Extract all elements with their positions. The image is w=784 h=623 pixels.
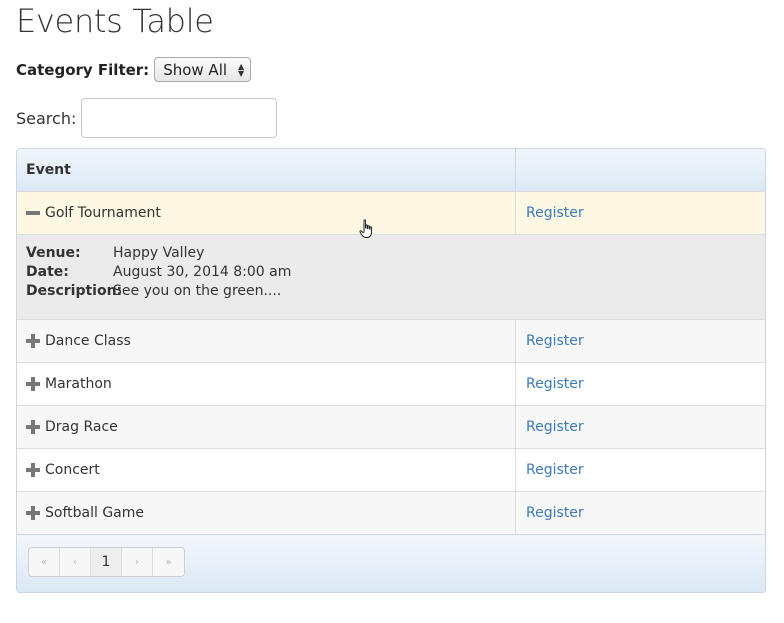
pagination: « ‹ 1 › » [28,547,185,577]
select-arrows-icon: ▲ ▼ [238,61,245,78]
action-cell: Register [516,320,765,362]
event-cell[interactable]: Concert [17,449,516,491]
table-row[interactable]: Softball Game Register [17,491,765,534]
event-name: Drag Race [45,419,118,435]
category-filter-value: Show All [163,60,228,79]
plus-icon[interactable] [26,463,40,477]
register-link[interactable]: Register [526,419,584,435]
event-name: Golf Tournament [45,205,161,221]
action-cell: Register [516,449,765,491]
next-page-button[interactable]: › [122,548,153,576]
action-cell: Register [516,363,765,405]
minus-icon[interactable] [26,206,40,220]
search-row: Search: [16,98,278,138]
event-name: Dance Class [45,333,131,349]
category-filter-label: Category Filter: [16,60,150,79]
date-value: August 30, 2014 8:00 am [113,264,292,280]
table-row[interactable]: Concert Register [17,448,765,491]
plus-icon[interactable] [26,334,40,348]
register-link[interactable]: Register [526,376,584,392]
event-name: Softball Game [45,505,144,521]
hand-cursor-icon [359,219,372,238]
date-label: Date: [26,264,69,280]
table-footer: « ‹ 1 › » [17,534,765,592]
table-row[interactable]: Marathon Register [17,362,765,405]
event-cell[interactable]: Golf Tournament [17,192,516,234]
register-link[interactable]: Register [526,333,584,349]
event-cell[interactable]: Dance Class [17,320,516,362]
action-cell: Register [516,406,765,448]
column-header-event[interactable]: Event [17,149,516,191]
register-link[interactable]: Register [526,462,584,478]
action-cell: Register [516,192,765,234]
events-table: Event Golf Tournament Register Venue: Ha… [16,148,766,593]
event-name: Concert [45,462,100,478]
venue-label: Venue: [26,245,81,261]
description-label: Description: [26,283,123,299]
event-name: Marathon [45,376,112,392]
action-cell: Register [516,492,765,534]
table-row[interactable]: Golf Tournament Register [17,191,765,234]
column-header-action [516,149,765,191]
search-input[interactable] [81,98,278,138]
search-label: Search: [16,108,77,128]
table-row[interactable]: Drag Race Register [17,405,765,448]
event-details: Venue: Happy Valley Date: August 30, 201… [17,234,765,319]
event-cell[interactable]: Softball Game [17,492,516,534]
table-header: Event [17,149,765,191]
description-value: See you on the green.... [113,283,282,299]
register-link[interactable]: Register [526,205,584,221]
first-page-button[interactable]: « [29,548,60,576]
register-link[interactable]: Register [526,505,584,521]
plus-icon[interactable] [26,506,40,520]
page-title: Events Table [16,2,214,40]
venue-value: Happy Valley [113,245,205,261]
event-cell[interactable]: Marathon [17,363,516,405]
plus-icon[interactable] [26,377,40,391]
prev-page-button[interactable]: ‹ [60,548,91,576]
table-row[interactable]: Dance Class Register [17,319,765,362]
category-filter-select[interactable]: Show All ▲ ▼ [154,57,252,82]
category-filter: Category Filter: Show All ▲ ▼ [16,57,252,82]
plus-icon[interactable] [26,420,40,434]
page-number-button[interactable]: 1 [91,548,122,576]
event-cell[interactable]: Drag Race [17,406,516,448]
last-page-button[interactable]: » [153,548,184,576]
